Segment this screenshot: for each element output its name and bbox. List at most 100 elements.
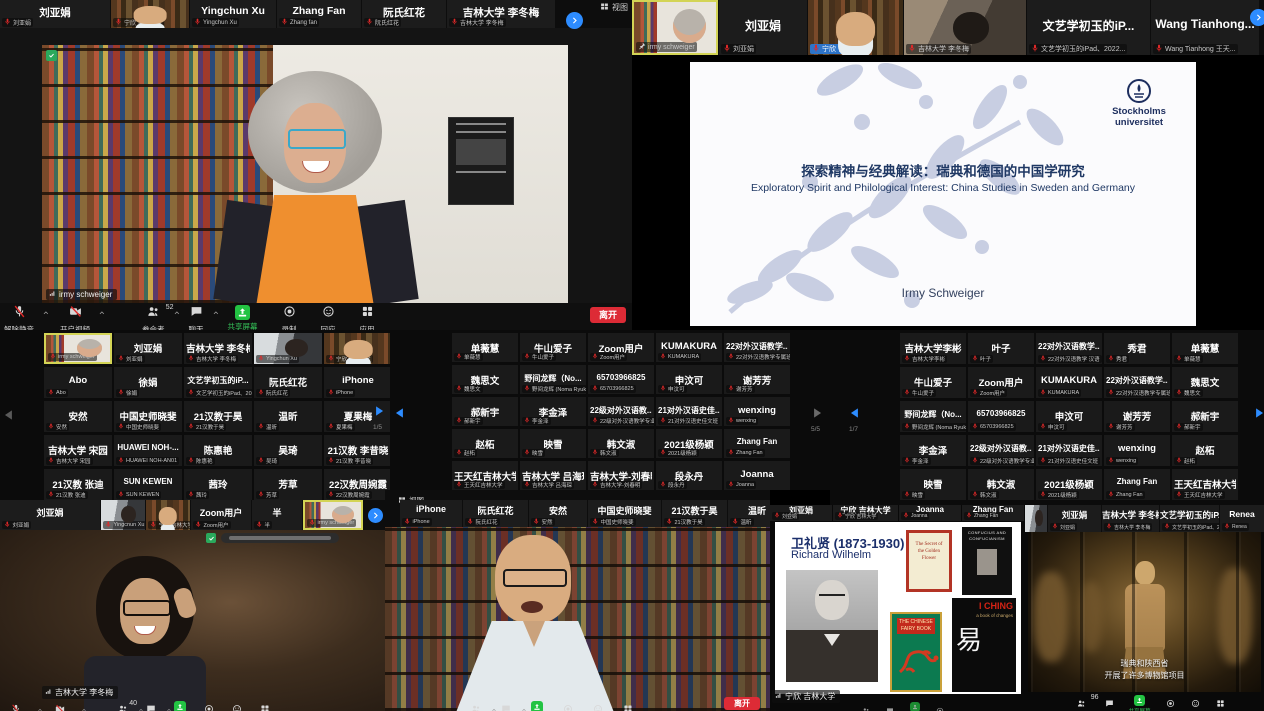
gallery-name-tile[interactable]: 魏思文魏思文 [1172, 367, 1238, 398]
gallery-next-button[interactable] [1252, 404, 1264, 422]
gallery-name-tile[interactable]: 吉林大学李彬吉林大学李彬 [900, 333, 966, 364]
filmstrip-tile[interactable]: iPhoneiPhone [400, 500, 462, 527]
gallery-name-tile[interactable]: 谢芳芳谢芳芳 [1104, 401, 1170, 432]
filmstrip-tile[interactable]: JoannaJoanna [899, 505, 961, 521]
gallery-name-tile[interactable]: 牛山爱子牛山爱子 [900, 367, 966, 398]
caret-icon[interactable] [42, 304, 50, 322]
filmstrip-tile[interactable]: 中国史师晓斐中国史师晓斐 [588, 500, 661, 527]
gallery-name-tile[interactable]: 吉林大学-刘春明吉林大学-刘春明 [588, 461, 654, 490]
caret-icon[interactable] [166, 700, 172, 711]
gallery-name-tile[interactable]: 阮氏红花阮氏红花 [254, 367, 322, 398]
filmstrip-tile[interactable]: 温昕温昕 [728, 500, 770, 527]
gallery-name-tile[interactable]: 温昕温昕 [254, 401, 322, 432]
chat-button[interactable] [886, 702, 894, 711]
filmstrip-tile[interactable]: Zhang FanZhang fan [277, 0, 361, 28]
record-button[interactable] [936, 702, 944, 711]
gallery-name-tile[interactable]: 韩文淑韩文淑 [588, 429, 654, 458]
gallery-name-tile[interactable]: 叶子叶子 [968, 333, 1034, 364]
reactions-button[interactable] [232, 701, 242, 711]
video-thumbnail[interactable]: 宁欣 吉林大学 [111, 0, 189, 28]
share-screen-button[interactable]: 共享屏幕 [228, 305, 258, 330]
filmstrip-tile[interactable]: Zhang FanZhang Fan [962, 505, 1024, 521]
start-video-button[interactable]: 开启视频 [60, 305, 90, 330]
filmstrip-tile[interactable]: Yingchun XuYingchun Xu [190, 0, 276, 28]
share-screen-button[interactable] [910, 702, 920, 711]
chat-button[interactable]: 聊天 [1104, 695, 1115, 711]
gallery-name-tile[interactable]: 李金泽李金泽 [520, 397, 586, 426]
gallery-name-tile[interactable]: 野间龙辉（No...野间龙辉 (Noma Ryuk... [520, 365, 586, 394]
gallery-name-tile[interactable]: KUMAKURAKUMAKURA [1036, 367, 1102, 398]
gallery-name-tile[interactable]: 22对外汉语教学...22对外汉语教学 汉语 [1036, 333, 1102, 364]
gallery-name-tile[interactable]: wenxingwenxing [724, 397, 790, 426]
filmstrip-tile[interactable]: Zoom用户Zoom用户 [191, 500, 251, 530]
gallery-name-tile[interactable]: 茜玲茜玲 [184, 469, 252, 500]
gallery-name-tile[interactable]: 赵柘赵柘 [1172, 435, 1238, 466]
filmstrip-tile[interactable]: 阮氏红花阮氏红花 [463, 500, 528, 527]
chat-button[interactable] [501, 701, 511, 711]
reactions-button[interactable]: 回应 [1190, 695, 1201, 711]
gallery-prev-button[interactable] [848, 404, 862, 422]
gallery-name-tile[interactable]: 21对外汉语史佳...21对外汉语史佳文班 [1036, 435, 1102, 466]
gallery-name-tile[interactable]: wenxingwenxing [1104, 435, 1170, 466]
caret-icon[interactable] [491, 700, 497, 711]
filmstrip-tile[interactable]: 刘亚娟刘亚娟 [719, 0, 807, 55]
gallery-name-tile[interactable]: SUN KEWENSUN KEWEN [114, 469, 182, 500]
gallery-name-tile[interactable]: 牛山爱子牛山爱子 [520, 333, 586, 362]
gallery-name-tile[interactable]: 王天红吉林大学王天红吉林大学 [1172, 469, 1238, 500]
chat-button[interactable] [146, 701, 156, 711]
filmstrip-tile[interactable]: 21汉教于昊21汉教于昊 [662, 500, 727, 527]
filmstrip-tile[interactable]: ReneaRenea [1220, 505, 1264, 532]
gallery-name-tile[interactable]: Zhang FanZhang Fan [724, 429, 790, 458]
gallery-next-button[interactable] [810, 404, 824, 422]
gallery-name-tile[interactable]: 映雪映雪 [900, 469, 966, 500]
filmstrip-tile[interactable]: 刘亚娟刘亚娟 [0, 500, 100, 530]
participants-button[interactable] [862, 702, 870, 711]
gallery-name-tile[interactable]: 谢芳芳谢芳芳 [724, 365, 790, 394]
gallery-name-tile[interactable]: 陈惠艳陈惠艳 [184, 435, 252, 466]
start-video-button[interactable]: 开启视频 [49, 701, 71, 711]
video-thumbnail[interactable]: irmy schweiger [303, 500, 363, 530]
leave-button[interactable]: 离开 [590, 307, 626, 323]
gallery-name-tile[interactable]: iPhoneiPhone [324, 367, 390, 398]
gallery-prev-button[interactable] [2, 406, 16, 424]
unmute-button[interactable]: 解除静音 [5, 701, 27, 711]
record-button[interactable] [204, 701, 214, 711]
gallery-name-tile[interactable]: 郝新宇郝新宇 [1172, 401, 1238, 432]
filmstrip-tile[interactable]: 半半 [252, 500, 302, 530]
gallery-name-tile[interactable]: 安然安然 [44, 401, 112, 432]
video-thumbnail[interactable]: 宁欣 吉林大学 [808, 0, 903, 55]
gallery-name-tile[interactable]: 韩文淑韩文淑 [968, 469, 1034, 500]
filmstrip-tile[interactable]: 阮氏红花阮氏红花 [362, 0, 446, 28]
filmstrip-tile[interactable]: 文艺学初玉的iP...文艺学初玉的iPad、2022... [1027, 0, 1150, 55]
filmstrip-tile[interactable]: 刘亚娟刘亚娟 [770, 505, 832, 521]
gallery-name-tile[interactable]: 6570396682565703966825 [968, 401, 1034, 432]
gallery-name-tile[interactable]: 刘亚娟刘亚娟 [114, 333, 182, 364]
gallery-name-tile[interactable]: 申汶可申汶可 [656, 365, 722, 394]
gallery-name-tile[interactable]: 22级对外汉语教...22级对外汉语教学专业党支 [588, 397, 654, 426]
caret-icon[interactable] [138, 700, 144, 711]
gallery-prev-button[interactable] [393, 404, 407, 422]
caret-icon[interactable] [521, 700, 527, 711]
filmstrip-tile[interactable]: 文艺学初玉的iP...文艺学初玉的iPad、20... [1160, 505, 1219, 532]
gallery-name-tile[interactable]: 秀君秀君 [1104, 333, 1170, 364]
participants-button[interactable]: 52参会者 [142, 305, 165, 330]
gallery-name-tile[interactable]: 野间龙辉（No...野间龙辉 (Noma Ryuk [900, 401, 966, 432]
video-thumbnail[interactable] [1025, 505, 1047, 532]
gallery-name-tile[interactable]: 6570396682565703966825 [588, 365, 654, 394]
participants-button[interactable] [471, 701, 481, 711]
gallery-name-tile[interactable]: 段永丹段永丹 [656, 461, 722, 490]
reactions-button[interactable]: 回应 [321, 305, 336, 330]
apps-button[interactable]: 应用 [360, 305, 375, 330]
share-screen-button[interactable] [531, 701, 543, 711]
gallery-name-tile[interactable]: Zhang FanZhang Fan [1104, 469, 1170, 500]
filmstrip-tile[interactable]: 吉林大学 李冬梅吉林大学 李冬梅 [447, 0, 555, 28]
caret-icon[interactable] [81, 700, 87, 711]
gallery-name-tile[interactable]: 申汶可申汶可 [1036, 401, 1102, 432]
gallery-name-tile[interactable]: 吴琦吴琦 [254, 435, 322, 466]
gallery-name-tile[interactable]: Zoom用户Zoom用户 [968, 367, 1034, 398]
filmstrip-tile[interactable]: Wang Tianhong...Wang Tianhong 王天... [1151, 0, 1259, 55]
gallery-name-tile[interactable]: 郝新宇郝新宇 [452, 397, 518, 426]
gallery-name-tile[interactable]: AboAbo [44, 367, 112, 398]
chat-button[interactable]: 聊天 [189, 305, 204, 330]
filmstrip-next-button[interactable] [368, 508, 383, 523]
